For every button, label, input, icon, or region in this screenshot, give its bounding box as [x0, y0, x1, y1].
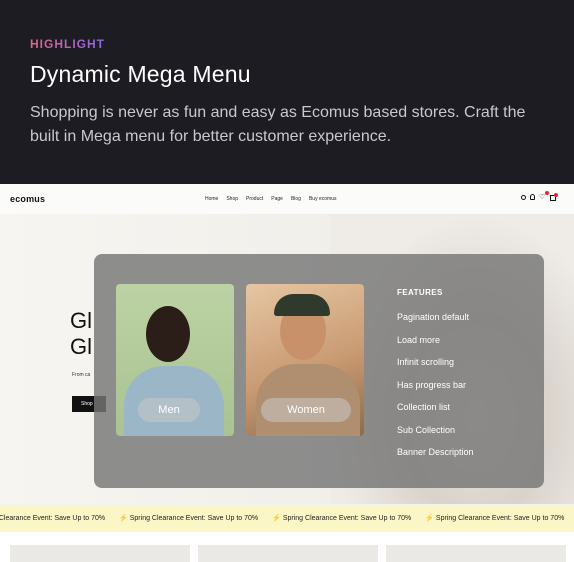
header-icons: ♡: [521, 191, 558, 201]
feature-link[interactable]: Has progress bar: [397, 378, 474, 401]
site-header: ecomus Home Shop Product Page Blog Buy e…: [0, 184, 574, 214]
search-icon[interactable]: [521, 195, 526, 200]
women-category-button[interactable]: Women: [261, 398, 351, 422]
ticker-item: Spring Clearance Event: Save Up to 70%: [119, 514, 258, 522]
store-screenshot: ecomus Home Shop Product Page Blog Buy e…: [0, 184, 574, 562]
nav-shop[interactable]: Shop: [226, 196, 238, 202]
mega-card-women[interactable]: Women: [246, 284, 364, 436]
announcement-ticker: Spring Clearance Event: Save Up to 70% S…: [0, 506, 574, 532]
feature-link[interactable]: Sub Collection: [397, 423, 474, 446]
site-logo[interactable]: ecomus: [10, 194, 45, 204]
product-card[interactable]: [198, 545, 378, 562]
hero-subtitle: From ca: [72, 372, 91, 378]
mega-menu-panel: Men Women FEATURES Pagination default Lo…: [94, 254, 544, 488]
heart-icon[interactable]: ♡: [539, 191, 549, 201]
feature-link[interactable]: Collection list: [397, 400, 474, 423]
hero-banner: Gl Gl From ca Shop Men Women FEATURES Pa…: [0, 214, 574, 516]
nav-blog[interactable]: Blog: [291, 196, 301, 202]
nav-product[interactable]: Product: [246, 196, 263, 202]
men-category-button[interactable]: Men: [138, 398, 200, 422]
nav-page[interactable]: Page: [271, 196, 283, 202]
main-nav: Home Shop Product Page Blog Buy ecomus: [205, 196, 336, 202]
promo-description: Shopping is never as fun and easy as Eco…: [30, 104, 526, 145]
product-strip: [0, 532, 574, 562]
feature-link[interactable]: Pagination default: [397, 310, 474, 333]
user-icon[interactable]: [530, 194, 535, 200]
feature-link[interactable]: Banner Description: [397, 445, 474, 468]
nav-home[interactable]: Home: [205, 196, 218, 202]
features-heading: FEATURES: [397, 288, 443, 297]
feature-link[interactable]: Load more: [397, 333, 474, 356]
feature-link[interactable]: Infinit scrolling: [397, 355, 474, 378]
promo-eyebrow: HIGHLIGHT: [30, 37, 105, 51]
nav-buy[interactable]: Buy ecomus: [309, 196, 337, 202]
ticker-item: Spring Clearance Event: Save Up to 70%: [0, 514, 105, 522]
bag-icon[interactable]: [550, 193, 558, 201]
ticker-item: Spring Clearance Event: Save Up to 70%: [272, 514, 411, 522]
promo-title: Dynamic Mega Menu: [30, 61, 251, 87]
cap-graphic: [274, 294, 330, 316]
features-list: Pagination default Load more Infinit scr…: [397, 310, 474, 468]
mega-card-men[interactable]: Men: [116, 284, 234, 436]
ticker-item: Spring Clearance Event: Save Up to 70%: [425, 514, 564, 522]
promo-section: HIGHLIGHT Dynamic Mega Menu Shopping is …: [0, 0, 574, 184]
hero-title: Gl Gl: [70, 308, 92, 359]
product-card[interactable]: [386, 545, 566, 562]
product-card[interactable]: [10, 545, 190, 562]
